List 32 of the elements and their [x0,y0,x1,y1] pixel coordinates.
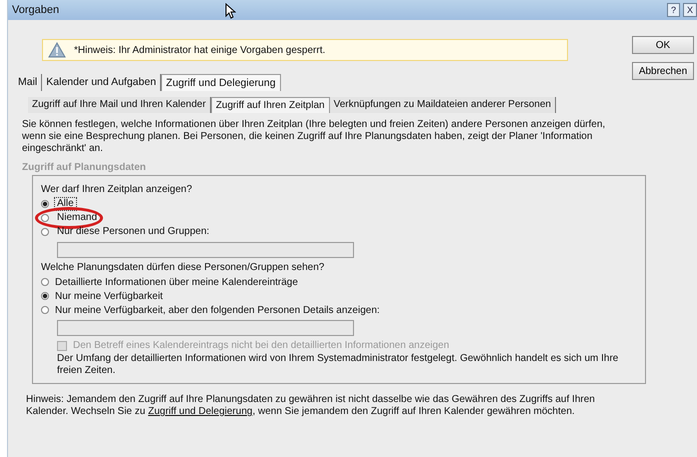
radio-option[interactable]: Nur meine Verfügbarkeit, aber den folgenden Personen Details anzeigen: [41,303,380,317]
radio-button[interactable] [41,292,49,300]
close-button[interactable]: X [682,3,697,17]
cursor-icon [225,3,236,19]
radio-option[interactable]: Detaillierte Informationen über meine Kalendereinträge [41,275,298,289]
radio-button[interactable] [41,200,49,208]
description-text: Sie können festlegen, welche Informationen über Ihren Zeitplan (Ihre belegten und freien Zeiten) andere Personen anzeigen dürfen, wenn sie eine Besprechung planen. Bei Personen, die keinen Zugriff auf Ihre Planungsdaten haben, zeigt der Planer 'Information eingeschränkt' an. [22,119,606,155]
radio-option[interactable]: Nur meine Verfügbarkeit [41,289,163,303]
ok-button[interactable]: OK [632,36,694,54]
tab[interactable]: Zugriff und Delegierung [161,74,281,91]
question-label: Wer darf Ihren Zeitplan anzeigen? [41,184,194,195]
radio-option[interactable]: Niemand [41,211,100,225]
info-text: Der Umfang der detaillierten Informationen wird von Ihrem Systemadministrator festgelegt. Gewöhnlich handelt es sich um Ihre freien Zeiten. [57,353,620,377]
question-label: Welche Planungsdaten dürfen diese Personen/Gruppen sehen? [41,262,326,273]
radio-button[interactable] [41,306,49,314]
radio-option[interactable]: Nur diese Personen und Gruppen: [41,225,212,239]
tab[interactable]: Zugriff auf Ihren Zeitplan [210,97,330,113]
delegation-link[interactable]: Zugriff und Delegierung [148,406,252,417]
radio-button[interactable] [41,228,49,236]
group-title: Zugriff auf Planungsdaten [22,162,147,173]
radio-button[interactable] [41,214,49,222]
cancel-button[interactable]: Abbrechen [632,62,694,80]
hint-text: Hinweis: Jemandem den Zugriff auf Ihre Planungsdaten zu gewähren ist nicht dasselbe wie das Gewähren des Zugriffs auf Ihren Kalender. Wechseln Sie zu Zugriff und Delegierung, wenn Sie jemandem den Zugriff auf Ihren Kalender gewähren möchten. [26,394,596,418]
input-field[interactable] [57,242,354,258]
tab[interactable]: Zugriff auf Ihre Mail und Ihren Kalender [28,97,211,113]
warning-text: *Hinweis: Ihr Administrator hat einige Vorgaben gesperrt. [74,44,326,56]
help-button[interactable]: ? [666,3,680,17]
tab[interactable]: Verknüpfungen zu Maildateien anderer Personen [330,97,556,113]
window-title: Vorgaben [12,4,60,16]
warning-icon [48,42,66,58]
radio-button[interactable] [41,278,49,286]
input-field[interactable] [57,320,354,336]
